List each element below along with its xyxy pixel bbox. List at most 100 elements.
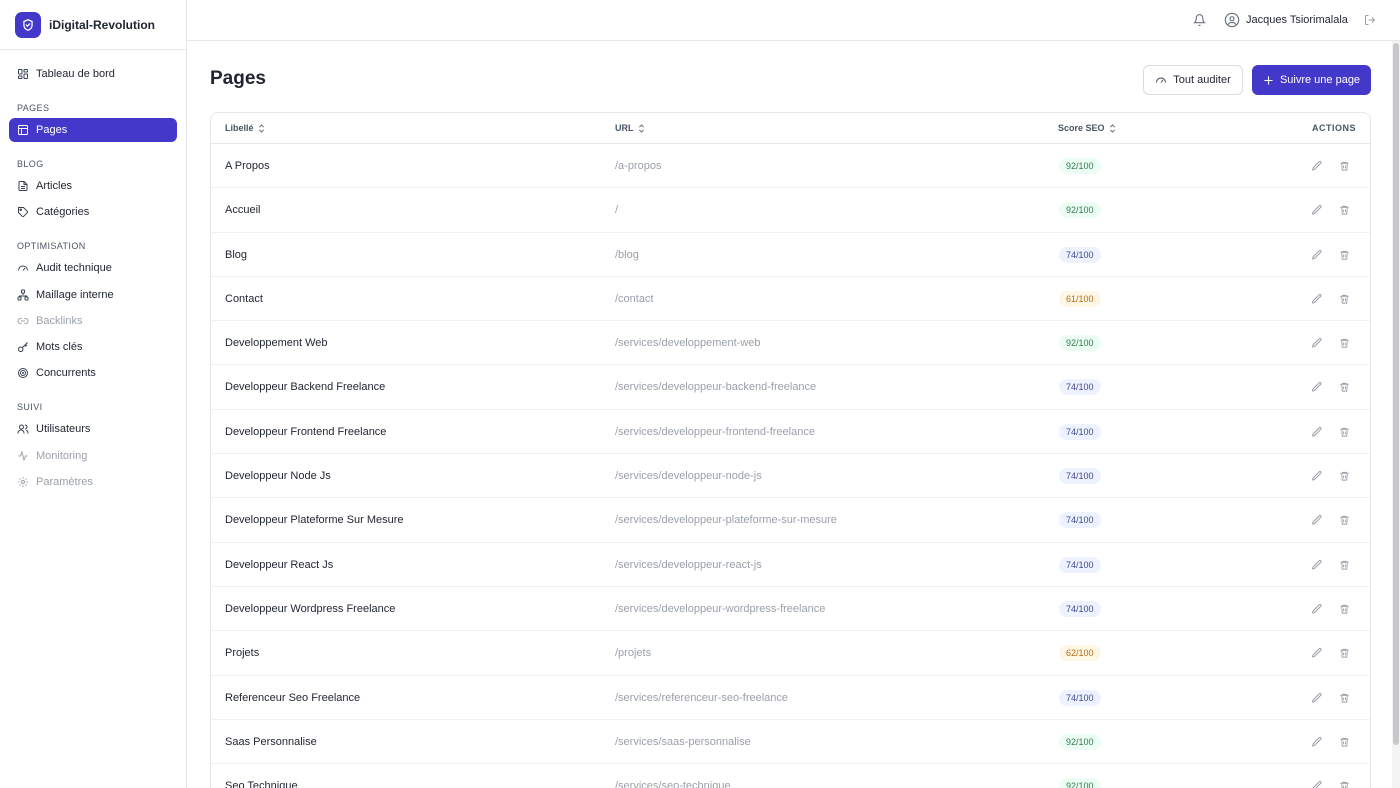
bell-icon[interactable] <box>1193 13 1206 27</box>
trash-icon[interactable] <box>1339 780 1350 788</box>
target-icon <box>18 368 28 379</box>
table-row[interactable]: Developpement Web/services/developpement… <box>211 321 1370 366</box>
table-row[interactable]: A Propos/a-propos 92/100 <box>211 144 1370 189</box>
cell-url: /services/developpeur-node-js <box>615 470 762 483</box>
trash-icon[interactable] <box>1339 204 1350 216</box>
brand[interactable]: iDigital-Revolution <box>0 0 186 50</box>
key-icon <box>18 342 28 353</box>
seo-score-badge: 74/100 <box>1059 689 1101 706</box>
edit-icon[interactable] <box>1311 780 1323 788</box>
edit-icon[interactable] <box>1311 204 1323 216</box>
cell-url: /services/developpeur-wordpress-freelanc… <box>615 602 826 615</box>
trash-icon[interactable] <box>1339 470 1350 482</box>
sort-icon <box>1109 123 1115 133</box>
edit-icon[interactable] <box>1311 514 1323 526</box>
table-row[interactable]: Developpeur React Js/services/developpeu… <box>211 543 1370 587</box>
trash-icon[interactable] <box>1339 337 1350 349</box>
edit-icon[interactable] <box>1311 736 1323 748</box>
seo-score-badge: 61/100 <box>1059 290 1101 307</box>
edit-icon[interactable] <box>1311 559 1323 571</box>
trash-icon[interactable] <box>1339 692 1350 704</box>
table-row[interactable]: Referenceur Seo Freelance/services/refer… <box>211 676 1370 720</box>
edit-icon[interactable] <box>1311 249 1323 261</box>
sidebar-item-label: Tableau de bord <box>36 68 115 80</box>
sidebar-item-articles[interactable]: Articles <box>9 174 177 198</box>
section-optimisation: OPTIMISATION <box>17 241 86 252</box>
trash-icon[interactable] <box>1339 160 1350 172</box>
follow-page-button[interactable]: Suivre une page <box>1252 65 1371 95</box>
trash-icon[interactable] <box>1339 249 1350 261</box>
cell-url: /blog <box>615 248 639 261</box>
table-row[interactable]: Developpeur Wordpress Freelance/services… <box>211 587 1370 632</box>
sidebar-item-maillage[interactable]: Maillage interne <box>9 283 177 307</box>
trash-icon[interactable] <box>1339 736 1350 748</box>
table-row[interactable]: Developpeur Frontend Freelance/services/… <box>211 410 1370 455</box>
sidebar-item-parametres[interactable]: Paramètres <box>9 470 177 494</box>
table-row[interactable]: Saas Personnalise/services/saas-personna… <box>211 720 1370 765</box>
column-score-text: Score SEO <box>1058 123 1105 133</box>
column-header-score[interactable]: Score SEO <box>1058 123 1116 133</box>
user-circle-icon[interactable] <box>1224 12 1240 28</box>
seo-score-badge: 74/100 <box>1059 246 1101 263</box>
sidebar-item-label: Audit technique <box>36 262 112 275</box>
edit-icon[interactable] <box>1311 426 1323 438</box>
seo-score-badge: 74/100 <box>1059 556 1101 573</box>
cell-url: /services/developpeur-backend-freelance <box>615 381 817 394</box>
table-body: A Propos/a-propos 92/100 Accueil / 92/100 Blo… <box>211 144 1370 788</box>
trash-icon[interactable] <box>1339 381 1350 393</box>
trash-icon[interactable] <box>1339 514 1350 526</box>
table-row[interactable]: Accueil / 92/100 <box>211 188 1370 233</box>
cell-label: Accueil <box>225 204 261 217</box>
table-row[interactable]: Developpeur Node Js/services/developpeur… <box>211 454 1370 499</box>
table-row[interactable]: Contact/contact 61/100 <box>211 277 1370 322</box>
sidebar-nav: Tableau de bord PAGES Pages BLOG Article… <box>0 50 186 494</box>
edit-icon[interactable] <box>1311 603 1323 615</box>
table-row[interactable]: Developpeur Plateforme Sur Mesure/servic… <box>211 498 1370 543</box>
section-pages: PAGES <box>17 103 50 113</box>
column-header-label[interactable]: Libellé <box>225 123 265 133</box>
trash-icon[interactable] <box>1339 559 1350 571</box>
sidebar-item-concurrents[interactable]: Concurrents <box>9 361 177 385</box>
sidebar-item-monitoring[interactable]: Monitoring <box>9 444 177 468</box>
scrollbar[interactable] <box>1392 41 1400 788</box>
logout-icon[interactable] <box>1364 14 1376 26</box>
cell-label: Seo Technique <box>225 780 298 788</box>
seo-score-badge: 74/100 <box>1059 423 1101 440</box>
sidebar-item-categories[interactable]: Catégories <box>9 200 177 224</box>
column-header-url[interactable]: URL <box>615 123 645 133</box>
trash-icon[interactable] <box>1339 603 1350 615</box>
sidebar-item-mots-cles[interactable]: Mots clés <box>9 335 177 359</box>
edit-icon[interactable] <box>1311 337 1323 349</box>
sidebar-item-audit[interactable]: Audit technique <box>9 256 177 280</box>
layout-icon <box>18 125 28 135</box>
column-label-text: Libellé <box>225 123 254 133</box>
trash-icon[interactable] <box>1339 647 1350 659</box>
sort-icon <box>258 123 264 133</box>
edit-icon[interactable] <box>1311 647 1323 659</box>
audit-all-button[interactable]: Tout auditer <box>1143 65 1243 95</box>
sidebar-item-dashboard[interactable]: Tableau de bord <box>9 62 177 86</box>
trash-icon[interactable] <box>1339 293 1350 305</box>
seo-score-badge: 92/100 <box>1059 202 1101 219</box>
table-row[interactable]: Projets/projets 62/100 <box>211 631 1370 676</box>
edit-icon[interactable] <box>1311 692 1323 704</box>
sidebar-item-utilisateurs[interactable]: Utilisateurs <box>9 417 177 441</box>
scrollbar-thumb[interactable] <box>1393 43 1399 745</box>
sidebar-item-pages[interactable]: Pages <box>9 118 177 142</box>
table-row[interactable]: Developpeur Backend Freelance/services/d… <box>211 365 1370 410</box>
table-row[interactable]: Seo Technique/services/seo-technique 92/1… <box>211 764 1370 788</box>
table-row[interactable]: Blog/blog 74/100 <box>211 233 1370 277</box>
sidebar-item-label: Mots clés <box>36 341 83 354</box>
activity-icon <box>18 450 28 462</box>
seo-score-badge: 62/100 <box>1059 645 1101 662</box>
user-name[interactable]: Jacques Tsiorimalala <box>1246 14 1348 26</box>
edit-icon[interactable] <box>1311 160 1323 172</box>
seo-score-badge: 92/100 <box>1059 778 1101 788</box>
link-icon <box>17 317 29 324</box>
seo-score-badge: 92/100 <box>1059 158 1101 174</box>
edit-icon[interactable] <box>1311 293 1323 305</box>
edit-icon[interactable] <box>1311 470 1323 482</box>
trash-icon[interactable] <box>1339 426 1350 438</box>
edit-icon[interactable] <box>1311 381 1323 393</box>
sidebar-item-backlinks[interactable]: Backlinks <box>9 309 177 333</box>
